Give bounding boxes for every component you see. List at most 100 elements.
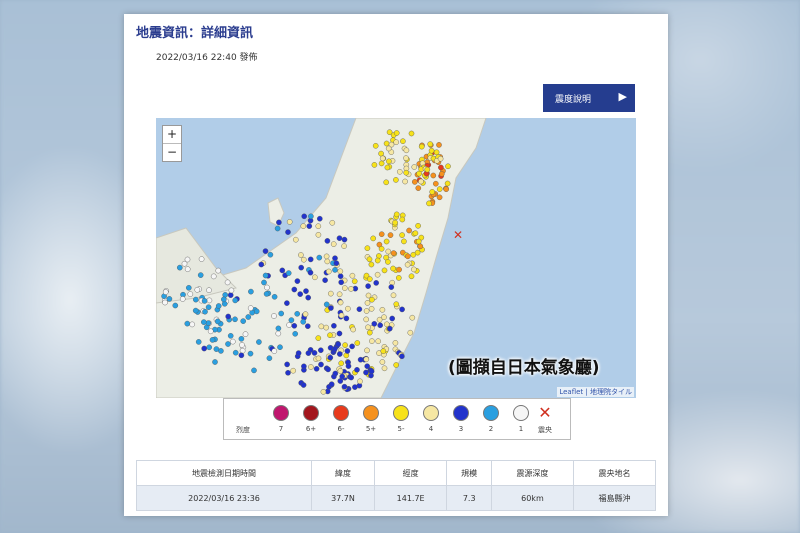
observation-point-4[interactable]: [348, 286, 354, 292]
observation-point-1[interactable]: [198, 256, 205, 262]
observation-point-5+[interactable]: [406, 227, 412, 234]
intensity-explanation-button[interactable]: 震度說明 ▶: [543, 84, 635, 112]
observation-point-2[interactable]: [193, 296, 199, 303]
observation-point-5-[interactable]: [354, 340, 361, 346]
observation-point-2[interactable]: [215, 303, 222, 309]
observation-point-4[interactable]: [315, 355, 322, 362]
observation-point-1[interactable]: [228, 287, 235, 294]
observation-point-2[interactable]: [232, 316, 238, 323]
observation-point-3[interactable]: [389, 315, 395, 322]
observation-point-4[interactable]: [410, 266, 417, 273]
observation-point-2[interactable]: [256, 339, 262, 345]
observation-point-5-[interactable]: [327, 332, 333, 338]
observation-point-3[interactable]: [335, 341, 341, 348]
observation-point-5-[interactable]: [383, 140, 390, 147]
observation-point-4[interactable]: [383, 321, 390, 328]
observation-point-3[interactable]: [258, 261, 265, 268]
observation-point-5-[interactable]: [372, 142, 379, 149]
observation-point-2[interactable]: [263, 291, 270, 297]
observation-point-5-[interactable]: [366, 276, 373, 282]
observation-point-5+[interactable]: [387, 232, 394, 238]
observation-point-2[interactable]: [267, 251, 274, 258]
observation-point-5-[interactable]: [445, 163, 451, 170]
observation-point-3[interactable]: [356, 306, 363, 312]
observation-point-4[interactable]: [337, 368, 344, 374]
observation-point-5+[interactable]: [443, 186, 450, 192]
observation-point-3[interactable]: [337, 273, 344, 279]
observation-point-3[interactable]: [307, 256, 314, 263]
observation-point-3[interactable]: [328, 305, 334, 311]
observation-point-3[interactable]: [371, 320, 378, 327]
observation-point-4[interactable]: [385, 248, 392, 255]
observation-point-3[interactable]: [322, 277, 328, 283]
observation-point-5-[interactable]: [426, 200, 432, 207]
observation-point-4[interactable]: [379, 359, 386, 365]
observation-point-2[interactable]: [266, 355, 273, 361]
observation-point-2[interactable]: [166, 296, 173, 302]
observation-point-3[interactable]: [284, 361, 290, 368]
observation-point-4[interactable]: [365, 292, 372, 299]
observation-point-2[interactable]: [275, 325, 282, 332]
observation-point-2[interactable]: [225, 341, 231, 347]
observation-point-1[interactable]: [194, 286, 201, 293]
observation-point-3[interactable]: [305, 294, 311, 301]
observation-point-2[interactable]: [240, 318, 246, 324]
observation-point-4[interactable]: [338, 312, 345, 319]
observation-point-3[interactable]: [238, 352, 245, 359]
observation-point-4[interactable]: [411, 164, 418, 170]
observation-point-5-[interactable]: [369, 296, 375, 303]
observation-point-3[interactable]: [279, 267, 286, 274]
observation-point-5+[interactable]: [430, 172, 437, 179]
observation-point-4[interactable]: [363, 316, 369, 323]
observation-point-5+[interactable]: [411, 179, 418, 185]
observation-point-1[interactable]: [206, 287, 212, 293]
observation-point-2[interactable]: [184, 320, 191, 327]
observation-point-2[interactable]: [300, 318, 306, 325]
observation-point-3[interactable]: [344, 348, 351, 354]
observation-point-4[interactable]: [323, 253, 330, 260]
observation-point-4[interactable]: [349, 272, 356, 279]
observation-point-4[interactable]: [290, 367, 296, 374]
map-attribution[interactable]: Leaflet | 地理院タイル: [557, 387, 634, 397]
observation-point-4[interactable]: [350, 326, 356, 333]
observation-point-5+[interactable]: [390, 250, 397, 256]
observation-point-3[interactable]: [333, 260, 340, 266]
observation-point-5-[interactable]: [380, 348, 387, 354]
observation-point-5+[interactable]: [415, 185, 422, 191]
observation-point-4[interactable]: [364, 300, 371, 306]
observation-point-3[interactable]: [291, 322, 298, 329]
observation-point-5-[interactable]: [399, 216, 406, 223]
observation-point-4[interactable]: [336, 291, 343, 298]
observation-point-5-[interactable]: [392, 219, 398, 226]
zoom-in-button[interactable]: +: [163, 126, 181, 143]
observation-point-5-[interactable]: [338, 360, 344, 367]
observation-point-3[interactable]: [225, 313, 231, 320]
observation-point-4[interactable]: [374, 271, 381, 278]
observation-point-5-[interactable]: [428, 147, 435, 154]
observation-point-4[interactable]: [312, 274, 318, 281]
observation-point-3[interactable]: [201, 345, 208, 352]
observation-point-3[interactable]: [399, 353, 405, 360]
observation-point-4[interactable]: [403, 155, 409, 161]
observation-point-3[interactable]: [311, 350, 318, 356]
observation-point-1[interactable]: [189, 321, 196, 328]
observation-point-1[interactable]: [230, 338, 236, 345]
observation-point-5-[interactable]: [415, 223, 421, 229]
epicenter-marker[interactable]: ✕: [453, 228, 463, 242]
observation-point-1[interactable]: [247, 305, 254, 311]
observation-point-5-[interactable]: [370, 235, 376, 242]
observation-point-2[interactable]: [248, 288, 254, 295]
observation-point-2[interactable]: [195, 339, 202, 345]
observation-point-3[interactable]: [368, 368, 375, 375]
observation-point-5-[interactable]: [381, 267, 388, 274]
observation-point-4[interactable]: [337, 268, 344, 275]
observation-point-3[interactable]: [307, 269, 314, 276]
observation-point-5-[interactable]: [393, 362, 399, 368]
observation-point-5+[interactable]: [396, 266, 402, 273]
observation-point-1[interactable]: [286, 322, 292, 328]
observation-point-4[interactable]: [375, 338, 381, 344]
observation-point-1[interactable]: [181, 260, 188, 267]
observation-point-5-[interactable]: [393, 130, 400, 136]
observation-point-2[interactable]: [278, 310, 284, 317]
observation-point-2[interactable]: [221, 296, 227, 303]
